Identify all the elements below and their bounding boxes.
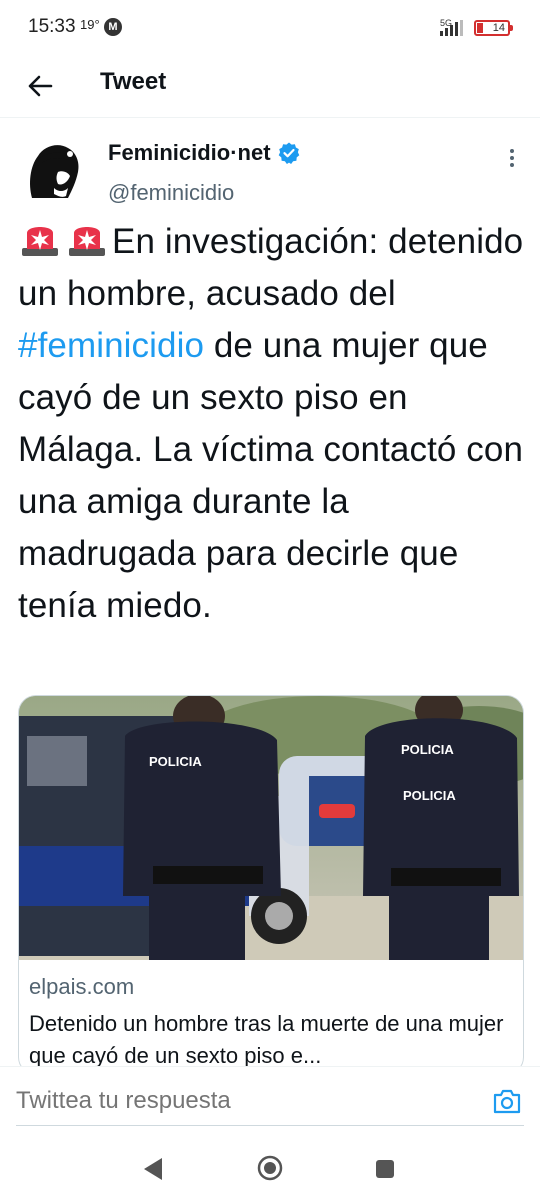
battery-level: 14 [492, 22, 505, 34]
police-siren-icon [22, 227, 58, 256]
triangle-back-icon[interactable] [142, 1156, 164, 1182]
square-recent-icon[interactable] [374, 1158, 396, 1180]
system-nav-bar [0, 1138, 540, 1200]
circle-home-icon[interactable] [256, 1154, 284, 1182]
status-temperature: 19° [80, 17, 100, 32]
police-officers-photo: POLICIA POLICIA POLICIA [19, 696, 523, 960]
back-button[interactable] [20, 66, 60, 106]
more-vertical-icon[interactable] [504, 148, 520, 168]
top-app-bar: Tweet [0, 56, 540, 118]
card-image: POLICIA POLICIA POLICIA [19, 696, 523, 960]
status-bar: 15:33 19° M 5G 14 [0, 0, 540, 56]
card-domain: elpais.com [29, 974, 135, 999]
author-name[interactable]: Feminicidio·net [108, 140, 301, 166]
author-name-text: Feminicidio·net [108, 140, 271, 165]
vest-label: POLICIA [401, 742, 454, 757]
vest-label: POLICIA [149, 754, 202, 769]
author-handle[interactable]: @feminicidio [108, 180, 234, 206]
page-title: Tweet [100, 68, 167, 95]
police-siren-icon [69, 227, 105, 256]
reply-divider [16, 1125, 524, 1126]
reply-bar [0, 1066, 540, 1138]
card-title: Detenido un hombre tras la muerte de una… [29, 1011, 504, 1068]
avatar-portrait-icon [18, 136, 88, 206]
verified-badge-icon [278, 142, 299, 164]
status-time: 15:33 [28, 16, 76, 37]
avatar[interactable] [18, 136, 88, 206]
hashtag-link[interactable]: #feminicidio [18, 326, 204, 365]
tweet-text: En investigación: detenido un hombre, ac… [18, 216, 528, 632]
battery-icon: 14 [474, 20, 513, 36]
arrow-left-icon [28, 75, 53, 97]
status-indicators: 5G 14 [390, 14, 513, 38]
vest-label: POLICIA [403, 788, 456, 803]
signal-icon [440, 20, 463, 36]
m-badge-icon: M [104, 18, 122, 36]
reply-input[interactable] [16, 1081, 456, 1121]
camera-icon[interactable] [492, 1087, 522, 1115]
tweet-text-part-2: de una mujer que cayó de un sexto piso e… [18, 326, 524, 625]
link-card[interactable]: POLICIA POLICIA POLICIA elpais.com Deten… [18, 695, 524, 1075]
